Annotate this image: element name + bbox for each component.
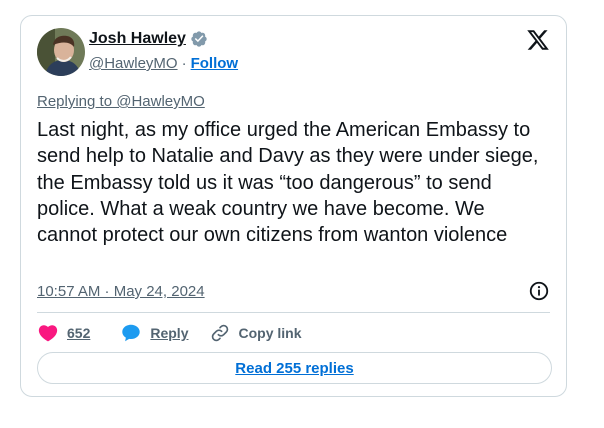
- link-icon: [212, 324, 229, 342]
- speech-bubble-icon: [122, 324, 141, 342]
- author-handle-row: @HawleyMO · Follow: [89, 55, 238, 72]
- handle-separator: ·: [181, 55, 187, 72]
- info-icon[interactable]: [528, 280, 550, 302]
- read-replies-label: Read 255 replies: [235, 359, 354, 377]
- x-logo-icon[interactable]: [526, 28, 550, 52]
- copy-link-button[interactable]: Copy link: [210, 323, 302, 343]
- reply-button[interactable]: Reply: [120, 322, 188, 344]
- heart-icon: [38, 325, 58, 342]
- timestamp-link[interactable]: 10:57 AM · May 24, 2024: [37, 283, 205, 300]
- copy-link-label: Copy link: [238, 325, 302, 341]
- follow-button[interactable]: Follow: [191, 55, 239, 72]
- action-bar: 652 Reply Copy link: [37, 321, 302, 345]
- like-button[interactable]: 652: [37, 322, 90, 344]
- author-handle[interactable]: @HawleyMO: [89, 55, 178, 72]
- verified-badge-icon: [191, 31, 207, 47]
- like-count: 652: [67, 325, 91, 341]
- author-name-row: Josh Hawley: [89, 30, 208, 48]
- divider: [37, 312, 550, 313]
- avatar[interactable]: [37, 28, 85, 76]
- author-name[interactable]: Josh Hawley: [89, 30, 186, 48]
- read-replies-button[interactable]: Read 255 replies: [37, 352, 552, 384]
- reply-label: Reply: [150, 325, 189, 341]
- tweet-text: Last night, as my office urged the Ameri…: [37, 119, 544, 247]
- embedded-tweet-card: Josh Hawley @HawleyMO · Follow Replying …: [20, 15, 567, 397]
- replying-to-link[interactable]: Replying to @HawleyMO: [37, 93, 205, 110]
